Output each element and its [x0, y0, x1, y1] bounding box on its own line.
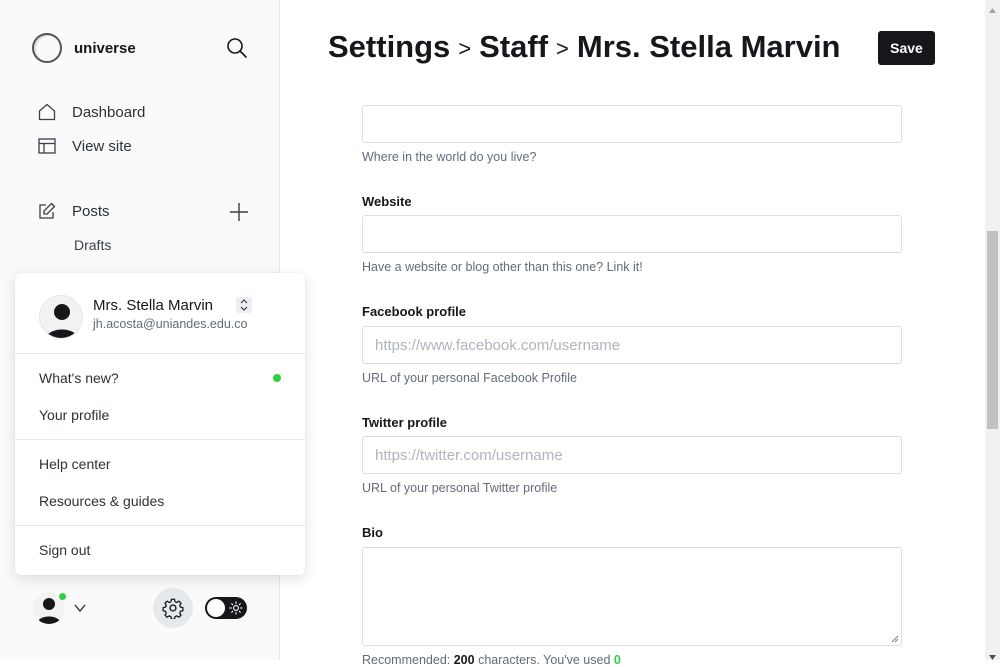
nav-posts-label: Posts — [72, 202, 110, 220]
brand-name: universe — [74, 39, 136, 57]
menu-item-help-center[interactable]: Help center — [39, 456, 111, 472]
nav-view-site[interactable]: View site — [38, 137, 132, 155]
twitter-input[interactable]: https://twitter.com/username — [362, 436, 902, 474]
scroll-down-icon[interactable] — [988, 649, 997, 660]
bio-label: Bio — [362, 525, 383, 540]
nav-view-site-label: View site — [72, 137, 132, 155]
plus-icon[interactable] — [228, 201, 250, 223]
menu-user-email: jh.acosta@uniandes.edu.co — [93, 317, 248, 331]
bio-help-limit: 200 — [453, 653, 475, 667]
gear-icon — [162, 598, 184, 619]
scrollbar-thumb[interactable] — [987, 231, 998, 429]
menu-user-info: Mrs. Stella Marvin jh.acosta@uniandes.ed… — [39, 295, 247, 339]
menu-divider — [15, 439, 305, 440]
twitter-label: Twitter profile — [362, 415, 447, 430]
location-input[interactable] — [362, 105, 902, 143]
bio-help-prefix: Recommended: — [362, 653, 451, 667]
chevron-right-icon: > — [458, 36, 472, 61]
breadcrumb-settings[interactable]: Settings — [328, 29, 450, 65]
main-content: Settings > Staff > Mrs. Stella Marvin Sa… — [281, 0, 985, 667]
breadcrumb: Settings > Staff > Mrs. Stella Marvin — [328, 29, 841, 65]
chevron-down-icon[interactable] — [73, 601, 87, 615]
home-icon — [38, 103, 56, 121]
menu-item-whats-new[interactable]: What's new? — [39, 370, 119, 386]
brand-logo — [32, 33, 62, 63]
scroll-up-icon[interactable] — [988, 2, 997, 13]
facebook-input[interactable]: https://www.facebook.com/username — [362, 326, 902, 364]
location-help: Where in the world do you live? — [362, 150, 537, 164]
bio-help-middle: characters. You've used — [478, 653, 611, 667]
nav-posts[interactable]: Posts — [38, 202, 110, 220]
menu-divider — [15, 353, 305, 354]
nav-dashboard-label: Dashboard — [72, 103, 146, 121]
bio-textarea[interactable] — [362, 547, 902, 646]
resize-handle-icon[interactable] — [891, 635, 899, 643]
website-label: Website — [362, 194, 412, 209]
facebook-label: Facebook profile — [362, 304, 467, 319]
breadcrumb-staff[interactable]: Staff — [479, 29, 548, 65]
save-button[interactable]: Save — [878, 31, 935, 65]
theme-toggle[interactable] — [205, 597, 247, 619]
user-menu: Mrs. Stella Marvin jh.acosta@uniandes.ed… — [15, 273, 305, 575]
menu-item-resources[interactable]: Resources & guides — [39, 493, 164, 509]
nav-dashboard[interactable]: Dashboard — [38, 103, 145, 121]
menu-item-your-profile[interactable]: Your profile — [39, 407, 109, 423]
settings-button[interactable] — [153, 588, 193, 628]
page-title: Mrs. Stella Marvin — [576, 29, 841, 64]
sun-icon — [229, 601, 243, 615]
switch-icon[interactable] — [236, 297, 252, 313]
website-help: Have a website or blog other than this o… — [362, 260, 643, 274]
menu-divider — [15, 525, 305, 526]
menu-item-sign-out[interactable]: Sign out — [39, 542, 90, 558]
menu-user-name: Mrs. Stella Marvin — [93, 297, 214, 314]
facebook-help: URL of your personal Facebook Profile — [362, 371, 577, 385]
layout-icon — [38, 137, 56, 155]
brand[interactable]: universe — [32, 33, 136, 63]
edit-icon — [38, 202, 56, 220]
nav-drafts[interactable]: Drafts — [74, 237, 111, 253]
status-dot — [57, 591, 68, 602]
new-indicator-dot — [273, 374, 281, 382]
menu-avatar — [39, 295, 83, 339]
chevron-right-icon: > — [556, 36, 569, 61]
search-icon[interactable] — [226, 37, 248, 59]
toggle-knob — [207, 599, 225, 617]
website-input[interactable] — [362, 215, 902, 253]
bio-char-count: 0 — [613, 653, 621, 667]
bio-help: Recommended: 200 characters. You've used… — [362, 653, 621, 667]
twitter-help: URL of your personal Twitter profile — [362, 481, 558, 495]
